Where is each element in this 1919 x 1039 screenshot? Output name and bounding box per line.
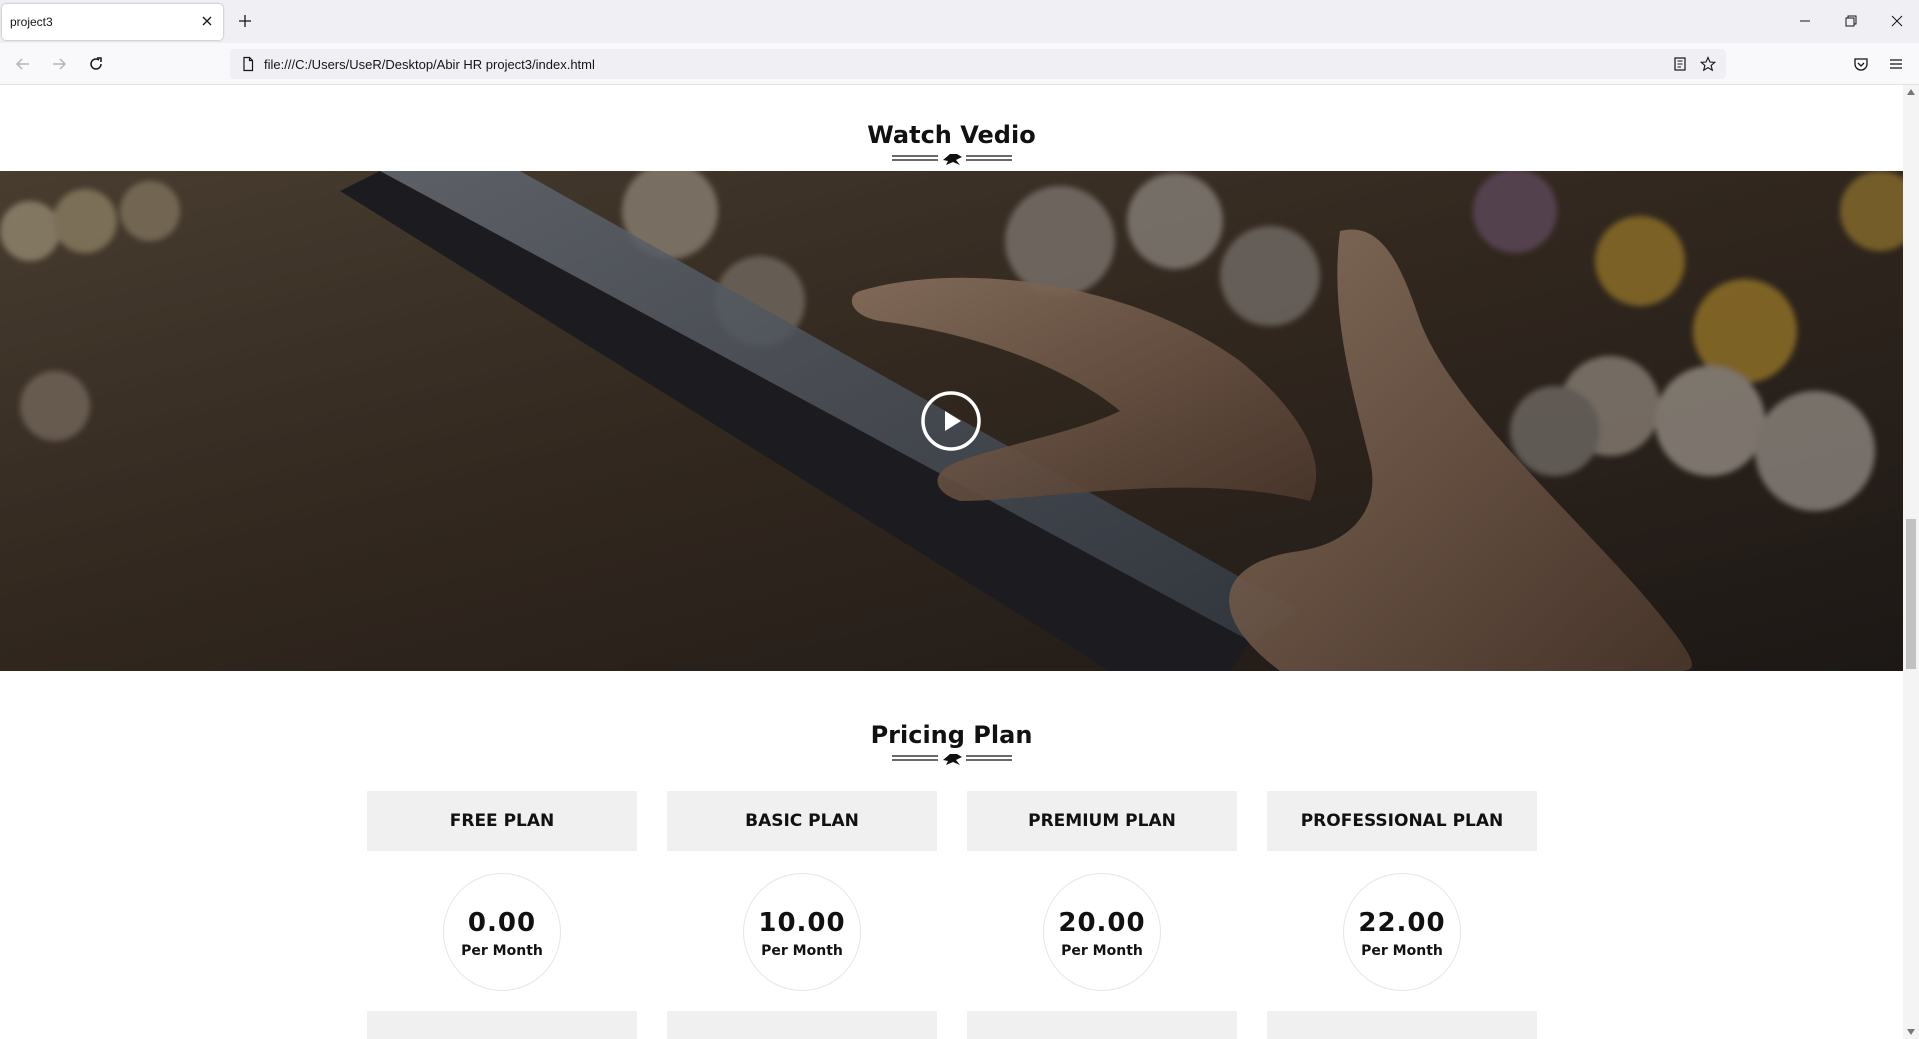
plan-period: Per Month xyxy=(1361,943,1443,959)
pricing-section-title: Pricing Plan xyxy=(870,721,1033,749)
url-text[interactable]: file:///C:/Users/UseR/Desktop/Abir HR pr… xyxy=(264,57,595,72)
pricing-plans: FREE PLAN 0.00 Per Month BASIC PLAN 10.0… xyxy=(367,791,1537,1039)
plan-name: BASIC PLAN xyxy=(667,791,937,851)
tab-bar: project3 xyxy=(0,0,1919,43)
vertical-scrollbar[interactable] xyxy=(1903,85,1919,1039)
plan-footer xyxy=(667,1011,937,1039)
address-bar[interactable]: file:///C:/Users/UseR/Desktop/Abir HR pr… xyxy=(230,49,1726,79)
scrollbar-thumb[interactable] xyxy=(1906,519,1916,669)
plan-price: 20.00 xyxy=(1058,908,1146,938)
video-banner[interactable] xyxy=(0,171,1903,671)
restore-icon[interactable] xyxy=(1843,13,1859,29)
plan-period: Per Month xyxy=(1061,943,1143,959)
plan-footer xyxy=(1267,1011,1537,1039)
title-divider-icon xyxy=(892,154,1012,165)
play-circle-icon[interactable] xyxy=(920,390,982,452)
tab-close-icon[interactable] xyxy=(199,13,215,29)
scroll-up-arrow-icon[interactable] xyxy=(1907,89,1915,95)
bookmark-star-icon[interactable] xyxy=(1700,56,1716,72)
video-section-title: Watch Vedio xyxy=(867,121,1036,149)
price-circle: 0.00 Per Month xyxy=(443,873,561,991)
plan-price: 10.00 xyxy=(758,908,846,938)
plan-price: 22.00 xyxy=(1358,908,1446,938)
pricing-card-free: FREE PLAN 0.00 Per Month xyxy=(367,791,637,1039)
back-arrow-icon[interactable] xyxy=(14,55,32,73)
plan-footer xyxy=(367,1011,637,1039)
price-circle: 22.00 Per Month xyxy=(1343,873,1461,991)
browser-tab[interactable]: project3 xyxy=(2,4,223,40)
plan-name: FREE PLAN xyxy=(367,791,637,851)
title-divider-icon xyxy=(892,754,1012,765)
pricing-card-basic: BASIC PLAN 10.00 Per Month xyxy=(667,791,937,1039)
plan-period: Per Month xyxy=(761,943,843,959)
plan-price: 0.00 xyxy=(467,908,537,938)
close-window-icon[interactable] xyxy=(1889,13,1905,29)
minimize-icon[interactable] xyxy=(1797,13,1813,29)
reload-icon[interactable] xyxy=(87,55,105,73)
new-tab-plus-icon[interactable] xyxy=(237,13,253,29)
page-icon xyxy=(243,56,254,72)
pricing-card-professional: PROFESSIONAL PLAN 22.00 Per Month xyxy=(1267,791,1537,1039)
reader-view-icon[interactable] xyxy=(1672,56,1688,72)
plan-name: PROFESSIONAL PLAN xyxy=(1267,791,1537,851)
hamburger-menu-icon[interactable] xyxy=(1887,55,1905,73)
scroll-down-arrow-icon[interactable] xyxy=(1907,1029,1915,1035)
plan-name: PREMIUM PLAN xyxy=(967,791,1237,851)
navigation-toolbar: file:///C:/Users/UseR/Desktop/Abir HR pr… xyxy=(0,43,1919,85)
pricing-card-premium: PREMIUM PLAN 20.00 Per Month xyxy=(967,791,1237,1039)
price-circle: 10.00 Per Month xyxy=(743,873,861,991)
forward-arrow-icon[interactable] xyxy=(50,55,68,73)
pocket-icon[interactable] xyxy=(1852,55,1870,73)
tab-title: project3 xyxy=(10,15,53,29)
page-content: Watch Vedio Pricing Plan FREE PLAN 0.00 … xyxy=(0,85,1903,1039)
price-circle: 20.00 Per Month xyxy=(1043,873,1161,991)
plan-footer xyxy=(967,1011,1237,1039)
plan-period: Per Month xyxy=(461,943,543,959)
